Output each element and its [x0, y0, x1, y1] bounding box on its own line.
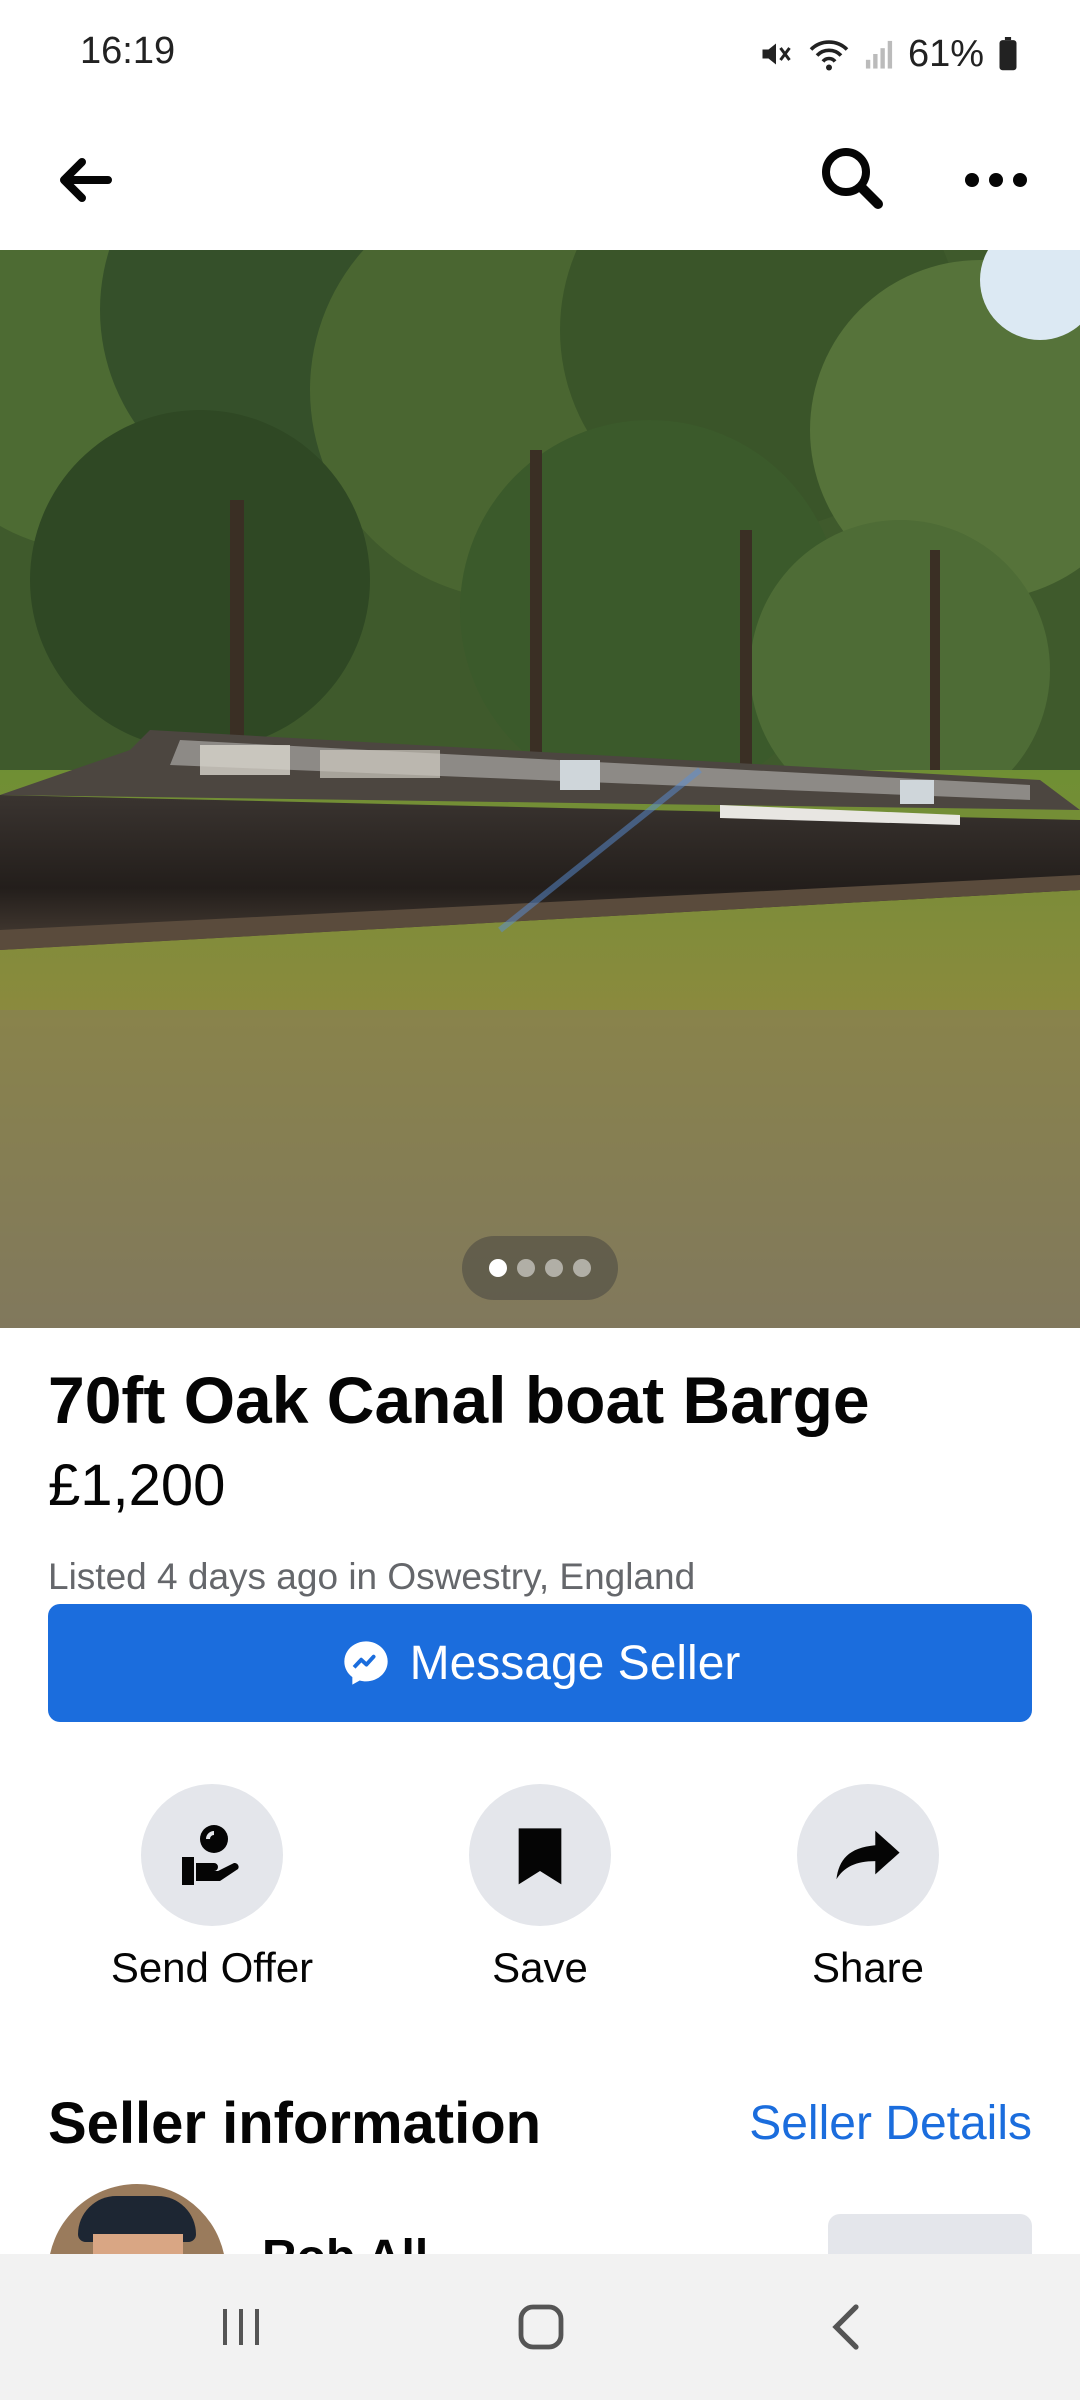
share-icon [836, 1830, 900, 1880]
seller-row: Rob All [0, 2180, 1080, 2254]
battery-percent: 61% [907, 32, 984, 75]
send-offer-circle[interactable] [141, 1784, 283, 1926]
seller-section-title: Seller information [48, 2091, 542, 2156]
mute-icon [762, 43, 791, 65]
share-circle[interactable] [797, 1784, 939, 1926]
back-button[interactable] [44, 140, 124, 220]
follow-button[interactable] [828, 2214, 1032, 2254]
search-button[interactable] [810, 136, 894, 220]
status-time: 16:19 [80, 30, 176, 72]
listing-meta[interactable]: Listed 4 days ago in Oswestry, England [48, 1556, 695, 1598]
photo-pagination [462, 1236, 618, 1300]
back-nav-button[interactable] [805, 2290, 887, 2364]
arrow-left-icon [60, 158, 112, 202]
pagination-dot-active[interactable] [489, 1259, 507, 1277]
seller-details-link[interactable]: Seller Details [749, 2096, 1032, 2151]
message-seller-button[interactable]: Message Seller [48, 1604, 1032, 1722]
status-bar: 16:19 61% [0, 0, 1080, 108]
chevron-left-icon [832, 2304, 859, 2350]
more-horizontal-icon [965, 173, 1027, 187]
save-circle[interactable] [469, 1784, 611, 1926]
messenger-icon [343, 1641, 388, 1685]
save-label: Save [492, 1944, 588, 1991]
battery-icon [999, 37, 1017, 71]
home-icon [518, 2304, 564, 2350]
canal-boat-photo [0, 250, 1080, 1328]
pagination-dot[interactable] [573, 1259, 591, 1277]
listing-title: 70ft Oak Canal boat Barge [48, 1363, 870, 1437]
signal-icon [865, 40, 893, 69]
share-label: Share [811, 1944, 925, 1991]
share-button[interactable]: Share [738, 1784, 998, 1992]
save-button[interactable]: Save [410, 1784, 670, 1992]
listing-price: £1,200 [48, 1453, 226, 1518]
message-seller-label: Message Seller [409, 1636, 741, 1690]
wifi-icon [809, 40, 849, 71]
listing-photo[interactable] [0, 250, 1080, 1328]
top-bar [0, 108, 1080, 250]
recent-apps-icon [223, 2309, 259, 2345]
pagination-dot[interactable] [545, 1259, 563, 1277]
send-offer-button[interactable]: Send Offer [82, 1784, 342, 1992]
status-icons: 61% [758, 30, 1018, 78]
bookmark-icon [518, 1828, 562, 1885]
action-row: Send Offer Save Share [0, 1784, 1080, 2004]
avatar-face [93, 2234, 183, 2254]
avatar[interactable] [48, 2184, 226, 2254]
more-button[interactable] [950, 140, 1042, 220]
recent-apps-button[interactable] [200, 2290, 282, 2364]
seller-name[interactable]: Rob All [262, 2230, 428, 2254]
pagination-dot[interactable] [517, 1259, 535, 1277]
search-icon [822, 148, 883, 209]
home-button[interactable] [500, 2290, 582, 2364]
send-offer-label: Send Offer [110, 1944, 314, 1991]
send-offer-icon [182, 1825, 239, 1885]
system-nav-bar [0, 2254, 1080, 2400]
